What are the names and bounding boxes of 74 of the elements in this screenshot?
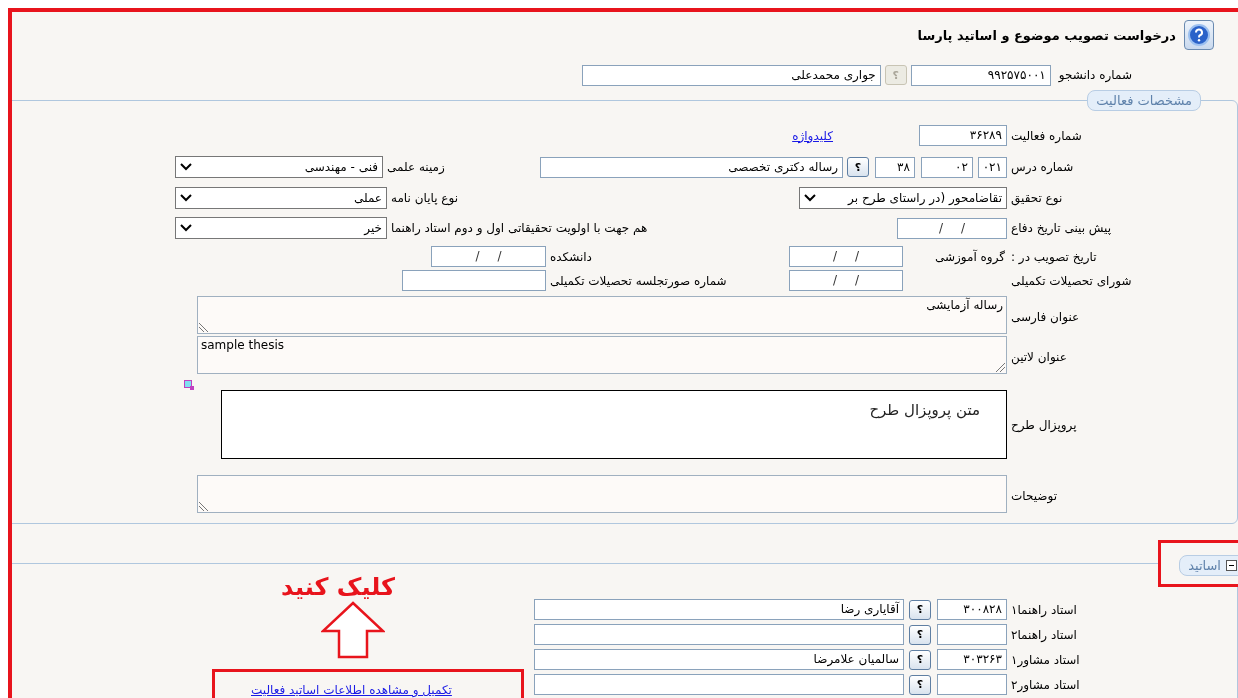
input-field[interactable]: ۰۲۱	[978, 156, 1007, 178]
date-field[interactable]: / /	[431, 246, 546, 267]
field-label: پیش بینی تاریخ دفاع	[1010, 221, 1113, 235]
field-label: تاریخ تصویب در :	[1010, 249, 1098, 264]
date-field[interactable]: / /	[789, 246, 903, 267]
date-field[interactable]: / /	[897, 217, 1007, 239]
resize-grip-icon	[199, 322, 209, 332]
field-label: توضیحات	[1010, 488, 1059, 503]
chevron-down-icon	[180, 163, 192, 171]
page-title: درخواست تصویب موضوع و اساتید پارسا	[917, 27, 1176, 43]
input-field[interactable]: ۳۰۳۲۶۳	[937, 649, 1007, 670]
field-label: هم جهت با اولویت تحقیقاتی اول و دوم استاد راهنما	[390, 221, 648, 235]
field-label: استاد مشاور۱	[1010, 652, 1081, 667]
field-label: دانشکده	[549, 249, 593, 264]
chevron-down-icon	[804, 194, 816, 202]
text-editor[interactable]: متن پروپزال طرح	[221, 390, 1007, 459]
chevron-down-icon	[180, 194, 192, 202]
field-label: شماره صورتجلسه تحصیلات تکمیلی	[549, 273, 728, 288]
section-legend: مشخصات فعالیت	[1087, 90, 1201, 111]
field-label: عنوان لاتین	[1010, 349, 1068, 364]
dropdown[interactable]: عملی	[175, 187, 387, 209]
small-square-icon[interactable]	[184, 380, 195, 391]
lookup-button[interactable]: ؟	[909, 624, 931, 645]
input-field[interactable]: آقایاری رضا	[534, 599, 904, 620]
field-label: استاد راهنما۲	[1010, 627, 1078, 642]
input-field[interactable]: ۳۸	[875, 156, 915, 178]
professors-link[interactable]: تکمیل و مشاهده اطلاعات اساتید فعالیت	[251, 683, 452, 697]
field-label: زمینه علمی	[386, 160, 445, 174]
input-field[interactable]: جواری محمدعلی	[581, 64, 881, 86]
lookup-button[interactable]: ؟	[909, 674, 931, 695]
input-field[interactable]	[534, 674, 904, 695]
field-label: استاد مشاور۲	[1010, 677, 1081, 692]
input-field[interactable]: رساله دکتری تخصصی	[540, 156, 843, 178]
section-legend[interactable]: اساتید	[1179, 555, 1238, 576]
field-value: رساله آزمایشی	[926, 298, 1003, 312]
field-label: شورای تحصیلات تکمیلی	[1010, 273, 1133, 288]
field-label: شماره درس	[1010, 160, 1075, 174]
input-field[interactable]: سالمیان علامرضا	[534, 649, 904, 670]
field-label: گروه آموزشی	[933, 249, 1006, 264]
lookup-button[interactable]: ؟	[909, 649, 931, 670]
collapse-icon[interactable]	[1226, 560, 1237, 571]
lookup-button[interactable]: ؟	[847, 157, 869, 177]
text-area[interactable]: رساله آزمایشی	[197, 296, 1007, 334]
text-area[interactable]	[197, 475, 1007, 513]
input-field[interactable]: ۳۰۰۸۲۸	[937, 599, 1007, 620]
input-field[interactable]: ۳۶۲۸۹	[919, 125, 1007, 146]
field-label: شماره فعالیت	[1010, 128, 1083, 143]
field-label: پروپزال طرح	[1010, 417, 1078, 432]
input-field[interactable]	[937, 674, 1007, 695]
input-field[interactable]: ۰۲	[921, 156, 973, 178]
text-area[interactable]: sample thesis	[197, 336, 1007, 374]
input-field[interactable]	[534, 624, 904, 645]
resize-grip-icon	[995, 362, 1005, 372]
dropdown[interactable]: تقاضامحور (در راستای طرح بر	[799, 187, 1007, 209]
input-field[interactable]	[937, 624, 1007, 645]
dropdown[interactable]: خیر	[175, 217, 387, 239]
lookup-button[interactable]: ؟	[909, 599, 931, 620]
help-icon[interactable]	[1184, 20, 1214, 50]
legend-text: اساتید	[1188, 558, 1221, 573]
field-label: نوع پایان نامه	[390, 191, 458, 205]
field-label: عنوان فارسی	[1010, 309, 1081, 324]
field-value: sample thesis	[201, 338, 284, 352]
date-field[interactable]: / /	[789, 270, 903, 291]
resize-grip-icon	[199, 501, 209, 511]
chevron-down-icon	[180, 224, 192, 232]
field-label: استاد راهنما۱	[1010, 602, 1078, 617]
dropdown[interactable]: فنی - مهندسی	[175, 156, 383, 178]
up-arrow-icon	[321, 601, 385, 659]
input-field[interactable]: ۹۹۲۵۷۵۰۰۱	[910, 64, 1051, 86]
annotation-text: کلیک کنید	[281, 573, 395, 601]
input-field[interactable]	[402, 270, 546, 291]
field-label: نوع تحقیق	[1010, 191, 1064, 205]
field-label: شماره دانشجو	[1057, 68, 1132, 82]
keyword-link[interactable]: کلیدواژه	[792, 128, 833, 143]
